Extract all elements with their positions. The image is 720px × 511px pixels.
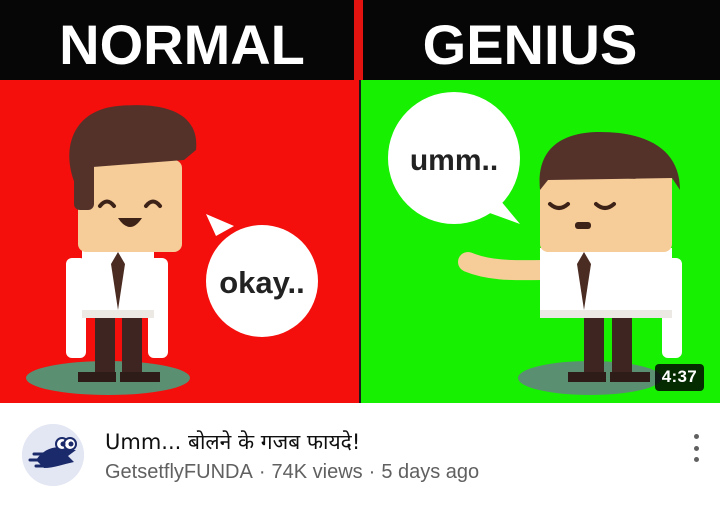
thumbnail-illustration: NORMAL GENIUS okay.. umm.. xyxy=(0,0,720,403)
more-vert-icon xyxy=(693,434,699,439)
more-options-button[interactable] xyxy=(684,432,708,464)
channel-avatar[interactable] xyxy=(22,424,84,486)
channel-name[interactable]: GetsetflyFUNDA xyxy=(105,461,253,483)
header-divider xyxy=(354,0,363,80)
umm-bubble-text: umm.. xyxy=(410,144,498,177)
left-heading: NORMAL xyxy=(59,13,305,76)
right-heading: GENIUS xyxy=(423,13,638,76)
channel-bird-logo-icon xyxy=(22,424,84,486)
video-meta xyxy=(0,403,720,511)
separator-dot: · xyxy=(368,461,376,483)
umm-speech-bubble: umm.. xyxy=(388,92,520,224)
view-count: 74K views xyxy=(271,461,363,483)
separator-dot: · xyxy=(258,461,266,483)
video-title[interactable]: Umm... बोलने के गजब फायदे! xyxy=(105,428,665,456)
okay-bubble-text: okay.. xyxy=(219,265,305,300)
duration-badge: 4:37 xyxy=(654,364,704,391)
video-thumbnail[interactable]: NORMAL GENIUS okay.. umm.. 4:37 xyxy=(0,0,720,403)
video-subline: GetsetflyFUNDA · 74K views · 5 days ago xyxy=(105,461,479,484)
video-card[interactable]: NORMAL GENIUS okay.. umm.. 4:37 Umm... ब… xyxy=(0,0,720,511)
upload-age: 5 days ago xyxy=(381,461,480,483)
